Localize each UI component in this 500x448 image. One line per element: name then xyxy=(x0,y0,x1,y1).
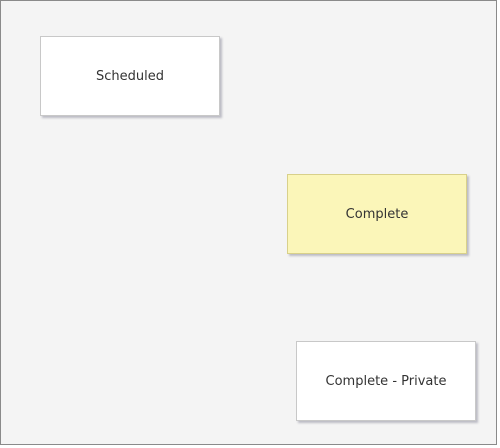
status-card-label: Complete xyxy=(345,206,409,222)
status-card-scheduled[interactable]: Scheduled xyxy=(40,36,220,116)
calendar-legend-canvas: Scheduled Complete Complete - Private xyxy=(0,0,497,445)
status-card-complete[interactable]: Complete xyxy=(287,174,467,254)
status-card-label: Scheduled xyxy=(96,68,164,84)
status-card-complete-private[interactable]: Complete - Private xyxy=(296,341,476,421)
status-card-label: Complete - Private xyxy=(325,373,447,389)
